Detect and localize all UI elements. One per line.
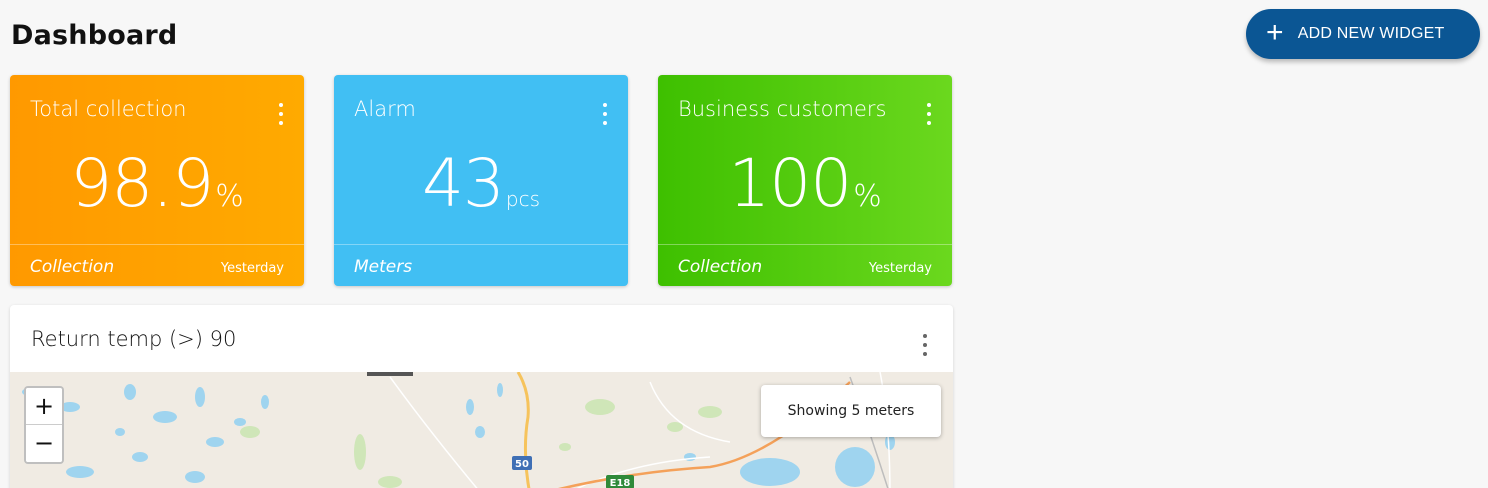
more-options-icon[interactable] bbox=[926, 103, 932, 125]
map-widget-title: Return temp (>) 90 bbox=[31, 327, 237, 351]
meter-count-badge: Showing 5 meters bbox=[761, 385, 941, 437]
divider bbox=[658, 244, 952, 245]
value-number: 43 bbox=[421, 145, 505, 222]
zoom-control: + − bbox=[24, 386, 64, 464]
map[interactable]: 50 E18 + − Showing 5 meters bbox=[10, 372, 953, 488]
plus-icon: + bbox=[1266, 15, 1284, 49]
road-label: E18 bbox=[610, 478, 631, 488]
value-unit: pcs bbox=[505, 187, 541, 211]
value-unit: % bbox=[853, 179, 882, 214]
zoom-in-button[interactable]: + bbox=[26, 388, 62, 425]
value-unit: % bbox=[215, 179, 244, 214]
more-options-icon[interactable] bbox=[922, 334, 928, 356]
more-options-icon[interactable] bbox=[278, 103, 284, 125]
widget-footer-category: Meters bbox=[354, 257, 413, 277]
widget-footer-category: Collection bbox=[30, 257, 115, 277]
widget-footer-category: Collection bbox=[678, 257, 763, 277]
zoom-out-button[interactable]: − bbox=[26, 425, 62, 462]
add-new-widget-button[interactable]: + ADD NEW WIDGET bbox=[1246, 9, 1480, 59]
widget-footer-period: Yesterday bbox=[220, 261, 284, 276]
divider bbox=[334, 244, 628, 245]
widget-value: 100% bbox=[658, 145, 952, 222]
widget-alarm[interactable]: Alarm 43 pcs Meters bbox=[334, 75, 628, 286]
more-options-icon[interactable] bbox=[602, 103, 608, 125]
road-label: 50 bbox=[515, 459, 529, 470]
page-title: Dashboard bbox=[11, 20, 178, 51]
divider bbox=[10, 244, 304, 245]
map-widget: Return temp (>) 90 50 E18 + − Showing 5 … bbox=[10, 305, 953, 488]
widget-title: Business customers bbox=[678, 97, 887, 121]
add-new-widget-label: ADD NEW WIDGET bbox=[1297, 25, 1445, 42]
widget-business-customers[interactable]: Business customers 100% Collection Yeste… bbox=[658, 75, 952, 286]
widget-title: Alarm bbox=[354, 97, 416, 121]
widget-value: 43 pcs bbox=[334, 145, 628, 222]
value-number: 98.9 bbox=[70, 145, 214, 222]
value-number: 100 bbox=[728, 145, 852, 222]
widget-footer-period: Yesterday bbox=[868, 261, 932, 276]
widget-title: Total collection bbox=[30, 97, 187, 121]
widget-value: 98.9% bbox=[10, 145, 304, 222]
widget-total-collection[interactable]: Total collection 98.9% Collection Yester… bbox=[10, 75, 304, 286]
